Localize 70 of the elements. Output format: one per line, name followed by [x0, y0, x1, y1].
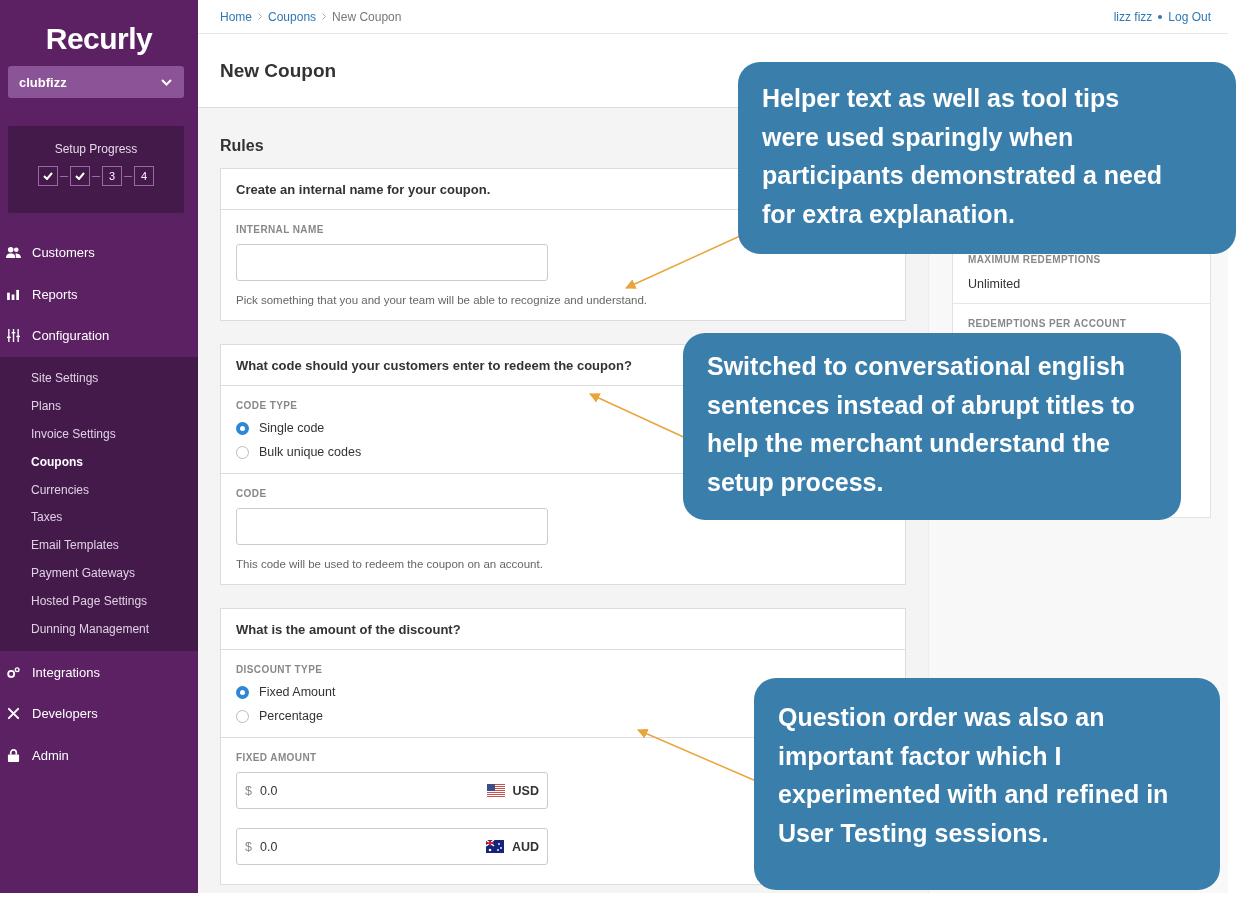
- check-icon: [43, 172, 53, 180]
- radio-button[interactable]: [236, 685, 249, 699]
- nav-item[interactable]: Reports: [0, 273, 198, 315]
- radio-label: Percentage: [259, 709, 323, 723]
- submenu-item[interactable]: Payment Gateways: [31, 565, 136, 580]
- submenu-item[interactable]: Taxes: [31, 510, 63, 525]
- radio-button[interactable]: [236, 445, 249, 459]
- breadcrumb-current: New Coupon: [332, 9, 402, 24]
- card-heading: What code should your customers enter to redeem the coupon?: [236, 357, 632, 373]
- radio-label: Fixed Amount: [259, 685, 336, 699]
- nav-item[interactable]: Admin: [0, 734, 198, 776]
- submenu-item[interactable]: Invoice Settings: [31, 427, 116, 441]
- bar-chart-icon: [6, 288, 21, 300]
- submenu-item[interactable]: Dunning Management: [31, 621, 150, 636]
- summary-label: MAXIMUM REDEMPTIONS: [968, 254, 1101, 265]
- annotation-callout: Question order was also an important factor which I experimented with and refined in User Testing sessions.: [754, 678, 1220, 890]
- chevron-icon: [322, 13, 327, 20]
- text-field[interactable]: [236, 508, 548, 545]
- card-heading: What is the amount of the discount?: [236, 621, 461, 637]
- sliders-icon: [6, 329, 21, 343]
- radio-label: Single code: [259, 421, 325, 435]
- nav-item[interactable]: Integrations: [0, 651, 198, 693]
- radio-button[interactable]: [236, 421, 249, 435]
- setup-step: 3: [102, 166, 122, 186]
- field-label: INTERNAL NAME: [236, 224, 324, 235]
- gears-icon: [6, 666, 21, 678]
- people-icon: [6, 246, 21, 260]
- field-label: FIXED AMOUNT: [236, 752, 317, 763]
- annotation-callout: Switched to conversational english sentences instead of abrupt titles to help the merchant understand the setup process.: [683, 333, 1181, 520]
- nav-item[interactable]: Configuration: [0, 315, 198, 357]
- radio-button[interactable]: [236, 709, 249, 723]
- user-link[interactable]: lizz fizz: [1113, 9, 1153, 24]
- annotation-callout: Helper text as well as tool tips were used sparingly when participants demonstrated a need for extra explanation.: [738, 62, 1236, 254]
- field-label: CODE: [236, 488, 267, 499]
- submenu-item[interactable]: Plans: [31, 399, 62, 414]
- radio-label: Bulk unique codes: [259, 445, 362, 459]
- breadcrumb-link[interactable]: Coupons: [268, 9, 317, 24]
- nav-item[interactable]: Customers: [0, 232, 198, 274]
- card-heading: Create an internal name for your coupon.: [236, 181, 491, 197]
- dot-icon: [1158, 14, 1163, 19]
- page-title: New Coupon: [220, 59, 337, 82]
- account-dropdown[interactable]: clubfizz: [8, 66, 184, 98]
- summary-value: Unlimited: [968, 277, 1022, 291]
- setup-step: 4: [134, 166, 154, 186]
- submenu-item[interactable]: Currencies: [31, 482, 90, 497]
- amount-field[interactable]: $ 0.0 USD: [236, 772, 548, 809]
- submenu-item[interactable]: Hosted Page Settings: [31, 593, 148, 608]
- logo: Recurly: [45, 22, 153, 56]
- text-field[interactable]: [236, 244, 548, 281]
- tools-icon: [6, 707, 21, 721]
- submenu-item[interactable]: Coupons: [31, 454, 83, 469]
- check-icon: [75, 172, 85, 180]
- breadcrumb-link[interactable]: Home: [220, 9, 252, 24]
- australia-flag-icon: [485, 840, 504, 853]
- field-label: DISCOUNT TYPE: [236, 664, 323, 675]
- chevron-icon: [161, 78, 172, 86]
- us-flag-icon: [486, 784, 505, 797]
- lock-icon: [6, 748, 21, 762]
- setup-progress-title: Setup Progress: [54, 142, 138, 156]
- submenu-item[interactable]: Email Templates: [31, 538, 119, 553]
- help-text: Pick something that you and your team will be able to recognize and understand.: [236, 294, 649, 306]
- nav-item[interactable]: Developers: [0, 692, 198, 735]
- chevron-icon: [258, 13, 262, 20]
- submenu-item[interactable]: Site Settings: [31, 371, 99, 386]
- logout-link[interactable]: Log Out: [1168, 9, 1211, 24]
- section-title: Rules: [220, 137, 264, 155]
- amount-field[interactable]: $ 0.0 AUD: [236, 828, 548, 865]
- field-label: CODE TYPE: [236, 400, 298, 411]
- help-text: This code will be used to redeem the coupon on an account.: [236, 558, 544, 570]
- summary-label: REDEMPTIONS PER ACCOUNT: [968, 318, 1127, 329]
